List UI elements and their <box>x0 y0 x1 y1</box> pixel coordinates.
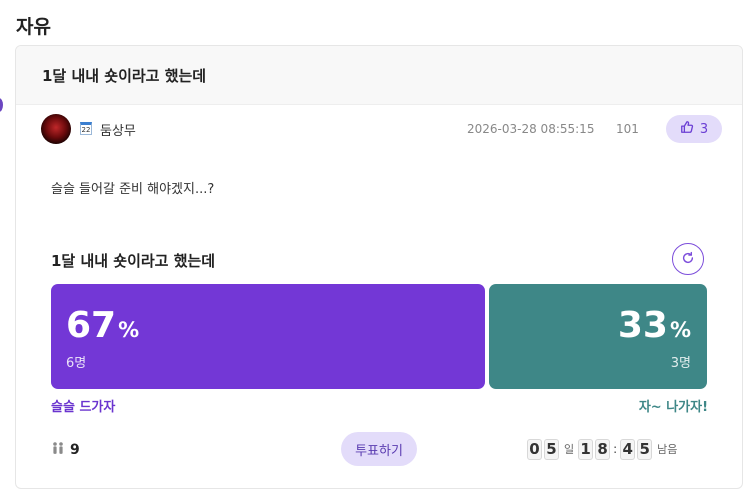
timer-remaining-label: 남음 <box>657 443 678 456</box>
post-title: 1달 내내 숏이라고 했는데 <box>16 46 742 105</box>
view-count: 101 <box>616 122 639 136</box>
timer-day-unit: 일 <box>564 443 575 456</box>
option-b-label: 자~ 나가자! <box>638 400 708 415</box>
option-b-percent: 33% <box>617 305 691 346</box>
option-a-count: 6명 <box>66 356 87 371</box>
option-b-count: 3명 <box>670 356 691 371</box>
timer-digit: 1 <box>578 438 594 460</box>
board-title: 자유 <box>16 16 51 38</box>
post-date: 2026-03-28 08:55:15 <box>467 122 595 136</box>
author-name[interactable]: 둠상무 <box>100 120 136 139</box>
like-count: 3 <box>699 121 709 137</box>
refresh-icon <box>681 250 695 269</box>
level-badge-icon: 22 <box>80 122 92 135</box>
voter-count: 9 <box>51 441 80 459</box>
timer-digit: 0 <box>527 438 542 460</box>
people-icon <box>51 441 65 459</box>
option-a-label: 슬슬 드가자 <box>51 400 116 415</box>
thumbs-up-icon <box>680 120 694 138</box>
poll-option-b[interactable]: 33% 3명 <box>489 284 707 389</box>
poll-title: 1달 내내 숏이라고 했는데 <box>51 252 216 270</box>
post-body: 슬슬 들어갈 준비 해야겠지...? <box>51 182 215 197</box>
poll-option-a[interactable]: 67% 6명 <box>51 284 485 389</box>
author-avatar[interactable] <box>41 114 71 144</box>
timer-digit: 4 <box>620 438 636 460</box>
post-card: 1달 내내 숏이라고 했는데 22 둠상무 2026-03-28 08:55:1… <box>15 45 743 489</box>
refresh-button[interactable] <box>672 243 704 275</box>
voter-total: 9 <box>70 442 80 458</box>
left-edge-indicator <box>0 98 3 112</box>
option-a-percent: 67% <box>66 305 140 346</box>
countdown-timer: 0 5 일 1 8 : 4 5 남음 <box>527 438 681 460</box>
like-button[interactable]: 3 <box>666 115 722 143</box>
timer-digit: 5 <box>637 438 653 460</box>
timer-digit: 8 <box>595 438 611 460</box>
post-meta: 22 둠상무 2026-03-28 08:55:15 101 3 <box>16 114 742 144</box>
timer-digit: 5 <box>544 438 559 460</box>
timer-separator: : <box>613 442 618 456</box>
vote-button[interactable]: 투표하기 <box>341 432 417 466</box>
